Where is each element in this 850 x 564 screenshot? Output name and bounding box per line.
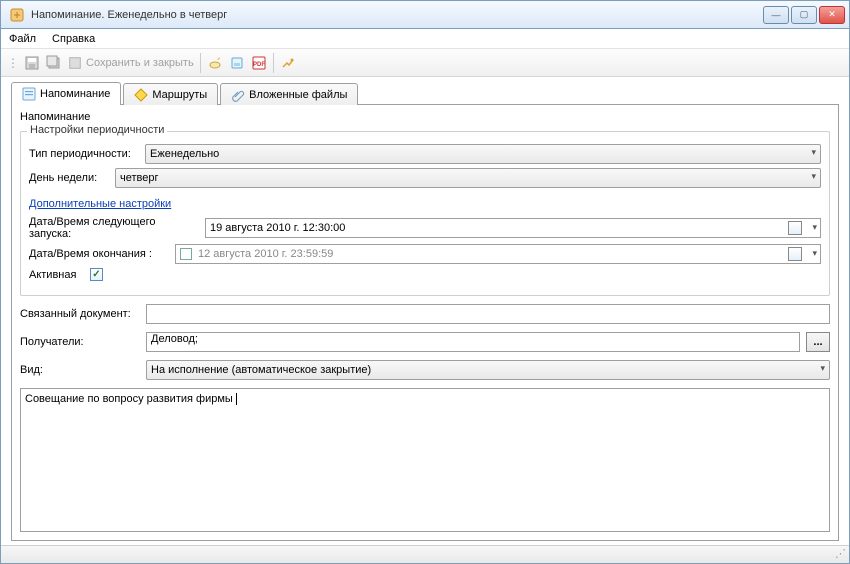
attachments-tab-icon [231, 88, 245, 102]
kind-value: На исполнение (автоматическое закрытие) [151, 364, 371, 376]
toolbar-separator [200, 53, 201, 73]
text-caret [233, 393, 237, 405]
reminder-panel: Напоминание Настройки периодичности Тип … [11, 105, 839, 541]
titlebar: Напоминание. Еженедельно в четверг — ▢ ✕ [1, 1, 849, 29]
tab-routes-label: Маршруты [152, 89, 207, 101]
active-label: Активная [29, 269, 84, 281]
resize-grip[interactable]: ⋰ [835, 549, 846, 560]
end-label: Дата/Время окончания : [29, 248, 169, 260]
save-close-button[interactable]: Сохранить и закрыть [68, 56, 194, 70]
menu-file[interactable]: Файл [9, 33, 36, 45]
recipients-label: Получатели: [20, 336, 140, 348]
kind-label: Вид: [20, 364, 140, 376]
save-icon[interactable] [24, 55, 40, 71]
active-checkbox[interactable]: ✓ [90, 268, 103, 281]
tab-routes[interactable]: Маршруты [123, 83, 218, 105]
linked-doc-label: Связанный документ: [20, 308, 140, 320]
save-close-label: Сохранить и закрыть [86, 57, 194, 69]
pdf-icon[interactable]: PDF [251, 55, 267, 71]
close-button[interactable]: ✕ [819, 6, 845, 24]
app-icon [9, 7, 25, 23]
next-run-picker[interactable]: 19 августа 2010 г. 12:30:00 [205, 218, 821, 238]
periodicity-legend: Настройки периодичности [27, 124, 167, 136]
day-label: День недели: [29, 172, 109, 184]
content-area: Напоминание Маршруты Вложенные файлы Нап… [1, 77, 849, 545]
type-label: Тип периодичности: [29, 148, 139, 160]
routes-tab-icon [134, 88, 148, 102]
tab-attachments[interactable]: Вложенные файлы [220, 83, 358, 105]
minimize-button[interactable]: — [763, 6, 789, 24]
kind-combo[interactable]: На исполнение (автоматическое закрытие) [146, 360, 830, 380]
calendar-icon[interactable] [788, 221, 802, 235]
calendar-icon[interactable] [788, 247, 802, 261]
end-date-value: 12 августа 2010 г. 23:59:59 [198, 248, 333, 260]
next-run-value: 19 августа 2010 г. 12:30:00 [210, 222, 345, 234]
window-title: Напоминание. Еженедельно в четверг [29, 9, 763, 21]
reminder-header: Напоминание [20, 111, 830, 123]
periodicity-type-value: Еженедельно [150, 148, 219, 160]
save-all-icon[interactable] [46, 55, 62, 71]
linked-doc-input[interactable] [146, 304, 830, 324]
tab-reminder[interactable]: Напоминание [11, 82, 121, 105]
recipients-input[interactable]: Деловод; [146, 332, 800, 352]
tab-strip: Напоминание Маршруты Вложенные файлы [11, 81, 839, 105]
end-enable-checkbox[interactable] [180, 248, 192, 260]
svg-text:PDF: PDF [253, 62, 265, 68]
periodicity-group: Настройки периодичности Тип периодичност… [20, 131, 830, 296]
toolbar-grip: ⋮ [7, 56, 18, 70]
recipients-browse-button[interactable]: ... [806, 332, 830, 352]
menubar: Файл Справка [1, 29, 849, 49]
next-run-label: Дата/Время следующего запуска: [29, 216, 199, 240]
recipients-value: Деловод; [151, 333, 198, 345]
tab-reminder-label: Напоминание [40, 88, 110, 100]
advanced-settings-link[interactable]: Дополнительные настройки [29, 198, 171, 210]
tab-attachments-label: Вложенные файлы [249, 89, 347, 101]
window-buttons: — ▢ ✕ [763, 6, 845, 24]
maximize-button[interactable]: ▢ [791, 6, 817, 24]
toolbar-action1-icon[interactable] [207, 55, 223, 71]
end-date-picker[interactable]: 12 августа 2010 г. 23:59:59 [175, 244, 821, 264]
statusbar: ⋰ [1, 545, 849, 563]
toolbar-separator [273, 53, 274, 73]
memo-textarea[interactable]: Совещание по вопросу развития фирмы [20, 388, 830, 532]
toolbar-action2-icon[interactable] [229, 55, 245, 71]
main-window: Напоминание. Еженедельно в четверг — ▢ ✕… [0, 0, 850, 564]
weekday-combo[interactable]: четверг [115, 168, 821, 188]
reminder-tab-icon [22, 87, 36, 101]
menu-help[interactable]: Справка [52, 33, 95, 45]
memo-text: Совещание по вопросу развития фирмы [25, 393, 233, 405]
toolbar-action3-icon[interactable] [280, 55, 296, 71]
weekday-value: четверг [120, 172, 159, 184]
periodicity-type-combo[interactable]: Еженедельно [145, 144, 821, 164]
toolbar: ⋮ Сохранить и закрыть PDF [1, 49, 849, 77]
